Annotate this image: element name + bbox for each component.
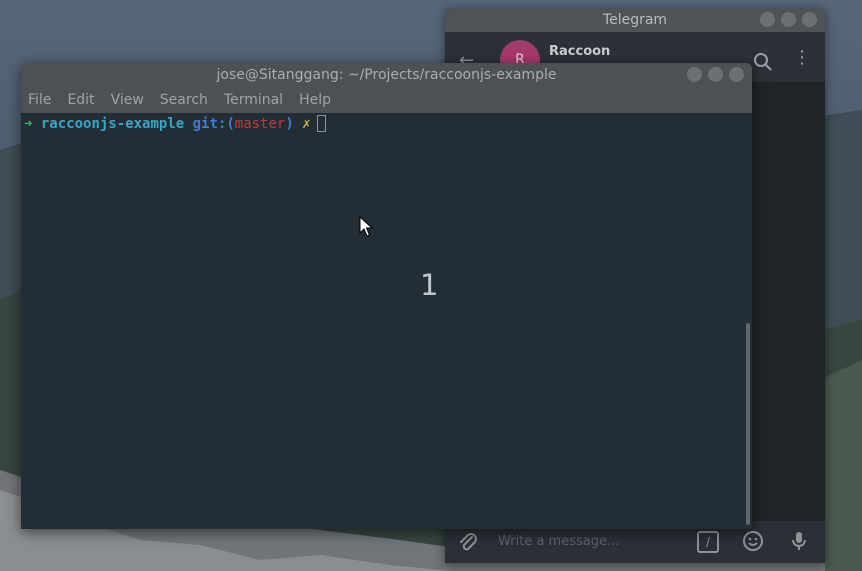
overlay-counter: 1 [420, 268, 439, 302]
emoji-icon[interactable] [742, 530, 764, 552]
command-icon[interactable]: / [697, 531, 719, 553]
minimize-button[interactable] [687, 67, 702, 82]
telegram-window-title: Telegram [602, 12, 668, 28]
prompt-git-prefix: git:( [192, 116, 235, 132]
terminal-window-controls [687, 67, 744, 82]
menu-search[interactable]: Search [160, 92, 208, 108]
minimize-button[interactable] [760, 12, 775, 27]
telegram-window-controls [760, 12, 817, 27]
prompt-branch: master [234, 116, 286, 132]
scrollbar-thumb[interactable] [746, 323, 750, 525]
shell-prompt: ➜ raccoonjs-example git:(master) ✗ [24, 115, 326, 133]
prompt-directory: raccoonjs-example [40, 116, 185, 132]
prompt-arrow: ➜ [24, 116, 33, 132]
menu-file[interactable]: File [28, 92, 51, 108]
terminal-window[interactable]: jose@Sitanggang: ~/Projects/raccoonjs-ex… [21, 63, 752, 529]
close-button[interactable] [729, 67, 744, 82]
prompt-git-suffix: ) [285, 116, 294, 132]
microphone-icon[interactable] [788, 530, 810, 552]
close-button[interactable] [802, 12, 817, 27]
search-icon[interactable] [753, 52, 773, 72]
contact-name[interactable]: Raccoon [549, 44, 610, 59]
menu-view[interactable]: View [111, 92, 144, 108]
terminal-titlebar[interactable]: jose@Sitanggang: ~/Projects/raccoonjs-ex… [21, 63, 752, 87]
menu-help[interactable]: Help [299, 92, 331, 108]
prompt-dirty-mark: ✗ [302, 116, 311, 132]
terminal-window-title: jose@Sitanggang: ~/Projects/raccoonjs-ex… [216, 67, 557, 83]
terminal-menubar: File Edit View Search Terminal Help [21, 87, 752, 113]
telegram-titlebar[interactable]: Telegram [445, 8, 825, 32]
maximize-button[interactable] [781, 12, 796, 27]
mouse-pointer-icon [359, 216, 373, 237]
scrollbar[interactable] [744, 113, 752, 529]
message-input[interactable]: Write a message... [498, 534, 619, 549]
text-cursor [316, 115, 326, 132]
maximize-button[interactable] [708, 67, 723, 82]
more-vertical-icon[interactable]: ⋮ [793, 49, 811, 67]
menu-edit[interactable]: Edit [67, 92, 94, 108]
paperclip-icon[interactable] [457, 531, 479, 553]
menu-terminal[interactable]: Terminal [224, 92, 283, 108]
command-glyph: / [705, 535, 711, 549]
terminal-output[interactable]: ➜ raccoonjs-example git:(master) ✗ 1 [21, 113, 752, 529]
